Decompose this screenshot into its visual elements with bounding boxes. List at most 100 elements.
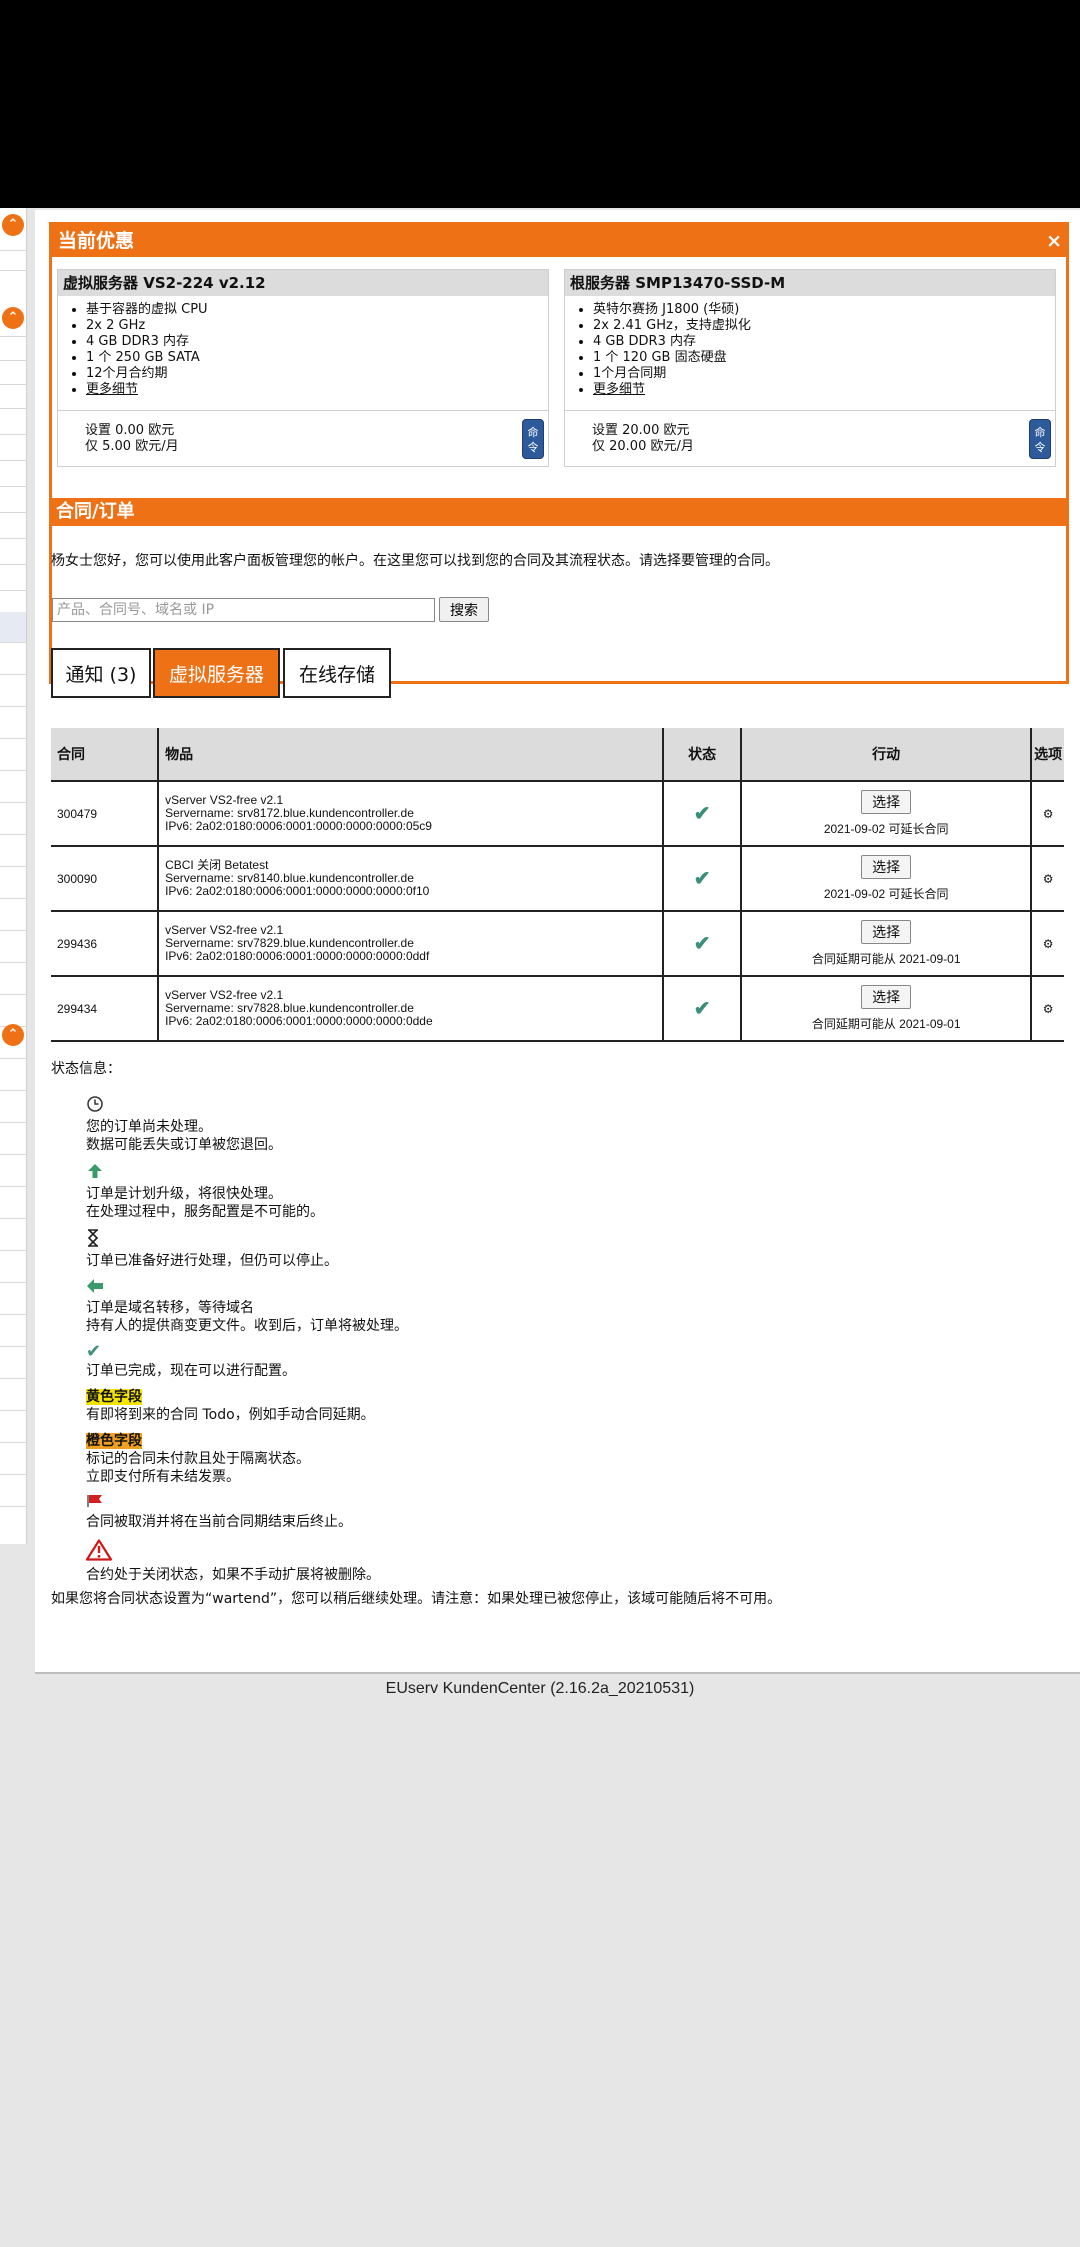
legend-text: 持有人的提供商变更文件。收到后，订单将被处理。 (86, 1318, 408, 1334)
contract-id: 299434 (51, 975, 160, 1042)
legend-text: 在处理过程中，服务配置是不可能的。 (86, 1204, 324, 1220)
tab-notifications[interactable]: 通知 (3) (51, 648, 151, 698)
legend-ready: 订单已准备好进行处理，但仍可以停止。 (86, 1229, 408, 1270)
offer-card-vserver: 虚拟服务器 VS2-224 v2.12 基于容器的虚拟 CPU 2x 2 GHz… (57, 269, 549, 467)
more-details-link[interactable]: 更多细节 (593, 382, 645, 397)
action-note: 2021-09-02 可延长合同 (823, 822, 949, 836)
monthly-price: 仅 20.00 欧元/月 (592, 439, 694, 454)
offer-price: 设置 20.00 欧元 仅 20.00 欧元/月 (592, 423, 694, 455)
collapse-toggle-icon[interactable]: ⌃ (2, 214, 24, 236)
legend-text: 您的订单尚未处理。 (86, 1119, 212, 1135)
setup-price: 设置 0.00 欧元 (85, 423, 175, 438)
legend-text: 订单是计划升级，将很快处理。 (86, 1186, 282, 1202)
more-details-item: 更多细节 (593, 382, 1055, 398)
feature-item: 2x 2 GHz (86, 318, 548, 334)
contract-id: 300090 (51, 845, 160, 911)
column-header: 选项 (1031, 728, 1064, 781)
contract-id: 299436 (51, 910, 160, 976)
contract-item: vServer VS2-free v2.1 Servername: srv817… (158, 780, 665, 846)
final-note: 如果您将合同状态设置为“wartend”，您可以稍后继续处理。请注意：如果处理已… (51, 1591, 782, 1607)
gear-icon[interactable]: ⚙ (1043, 872, 1054, 886)
flag-icon (87, 1495, 102, 1507)
close-icon[interactable]: × (1046, 225, 1062, 257)
legend-text: 数据可能丢失或订单被您退回。 (86, 1137, 282, 1153)
checkmark-icon: ✔ (693, 998, 711, 1020)
table-header-row: 合同 物品 状态 行动 选项 (51, 728, 1064, 781)
search-input[interactable] (52, 598, 435, 622)
offer-features: 英特尔赛扬 J1800 (华硕) 2x 2.41 GHz，支持虚拟化 4 GB … (565, 302, 1055, 398)
status-cell: ✔ (663, 910, 743, 976)
column-header: 行动 (741, 728, 1033, 781)
contract-item: vServer VS2-free v2.1 Servername: srv782… (158, 975, 665, 1042)
left-sidebar-rail: ⌃ ⌃ ⌃ (0, 208, 27, 1544)
checkmark-icon: ✔ (693, 868, 711, 890)
offer-features: 基于容器的虚拟 CPU 2x 2 GHz 4 GB DDR3 内存 1 个 25… (58, 302, 548, 398)
feature-item: 英特尔赛扬 J1800 (华硕) (593, 302, 1055, 318)
feature-item: 1个月合同期 (593, 366, 1055, 382)
search-button[interactable]: 搜索 (439, 597, 489, 622)
feature-item: 4 GB DDR3 内存 (86, 334, 548, 350)
more-details-link[interactable]: 更多细节 (86, 382, 138, 397)
options-cell: ⚙ (1031, 780, 1064, 846)
offer-card-title: 虚拟服务器 VS2-224 v2.12 (58, 270, 548, 296)
offer-card-rootserver: 根服务器 SMP13470-SSD-M 英特尔赛扬 J1800 (华硕) 2x … (564, 269, 1056, 467)
order-button[interactable]: 命令 (1029, 419, 1051, 459)
legend-text: 订单已准备好进行处理，但仍可以停止。 (86, 1253, 338, 1269)
checkmark-icon: ✔ (693, 803, 711, 825)
select-button[interactable]: 选择 (861, 790, 912, 814)
feature-item: 4 GB DDR3 内存 (593, 334, 1055, 350)
offers-title: 当前优惠 (58, 230, 135, 252)
orange-field-label: 橙色字段 (86, 1433, 142, 1449)
feature-item: 2x 2.41 GHz，支持虚拟化 (593, 318, 1055, 334)
legend-pending: 您的订单尚未处理。 数据可能丢失或订单被您退回。 (86, 1095, 408, 1154)
offer-card-title: 根服务器 SMP13470-SSD-M (565, 270, 1055, 296)
setup-price: 设置 20.00 欧元 (592, 423, 690, 438)
item-line: IPv6: 2a02:0180:0006:0001:0000:0000:0000… (165, 1014, 433, 1028)
legend-text: 订单是域名转移，等待域名 (86, 1300, 254, 1316)
legend-text: 立即支付所有未结发票。 (86, 1469, 240, 1485)
offer-price: 设置 0.00 欧元 仅 5.00 欧元/月 (85, 423, 179, 455)
column-header: 状态 (663, 728, 743, 781)
legend-cancelled: 合同被取消并将在当前合同期结束后终止。 (86, 1494, 408, 1531)
hourglass-icon (87, 1229, 99, 1247)
action-cell: 选择 2021-09-02 可延长合同 (741, 780, 1033, 846)
select-button[interactable]: 选择 (861, 855, 912, 879)
feature-item: 1 个 250 GB SATA (86, 350, 548, 366)
feature-item: 12个月合约期 (86, 366, 548, 382)
collapse-toggle-icon[interactable]: ⌃ (2, 1024, 24, 1046)
column-header: 物品 (158, 728, 665, 781)
tab-virtual-servers[interactable]: 虚拟服务器 (153, 648, 280, 698)
legend-yellow: 黄色字段 有即将到来的合同 Todo，例如手动合同延期。 (86, 1388, 408, 1424)
legend-text: 标记的合同未付款且处于隔离状态。 (86, 1451, 310, 1467)
options-cell: ⚙ (1031, 845, 1064, 911)
action-cell: 选择 合同延期可能从 2021-09-01 (741, 975, 1033, 1042)
action-cell: 选择 2021-09-02 可延长合同 (741, 845, 1033, 911)
tab-online-storage[interactable]: 在线存储 (283, 648, 391, 698)
gear-icon[interactable]: ⚙ (1043, 937, 1054, 951)
action-note: 合同延期可能从 2021-09-01 (811, 1017, 961, 1031)
intro-text: 杨女士您好，您可以使用此客户面板管理您的帐户。在这里您可以找到您的合同及其流程状… (51, 553, 779, 569)
arrow-up-icon (88, 1164, 102, 1178)
more-details-item: 更多细节 (86, 382, 548, 398)
offers-header: 当前优惠 × (52, 225, 1066, 257)
table-row: 299434 vServer VS2-free v2.1 Servername:… (51, 975, 1064, 1042)
sidebar-item-active[interactable] (0, 612, 26, 642)
legend-text: 订单已完成，现在可以进行配置。 (86, 1363, 296, 1379)
main-content: 当前优惠 × 虚拟服务器 VS2-224 v2.12 基于容器的虚拟 CPU 2… (35, 210, 1080, 1672)
status-cell: ✔ (663, 780, 743, 846)
table-row: 300479 vServer VS2-free v2.1 Servername:… (51, 780, 1064, 846)
action-note: 2021-09-02 可延长合同 (823, 887, 949, 901)
legend-upgrade: 订单是计划升级，将很快处理。 在处理过程中，服务配置是不可能的。 (86, 1162, 408, 1221)
select-button[interactable]: 选择 (861, 920, 912, 944)
checkmark-icon: ✔ (86, 1341, 102, 1362)
select-button[interactable]: 选择 (861, 985, 912, 1009)
legend-transfer: 订单是域名转移，等待域名 持有人的提供商变更文件。收到后，订单将被处理。 (86, 1278, 408, 1335)
checkmark-icon: ✔ (693, 933, 711, 955)
legend-text: 有即将到来的合同 Todo，例如手动合同延期。 (86, 1407, 375, 1423)
gear-icon[interactable]: ⚙ (1043, 1002, 1054, 1016)
collapse-toggle-icon[interactable]: ⌃ (2, 307, 24, 329)
contract-id: 300479 (51, 780, 160, 846)
legend-text: 合约处于关闭状态，如果不手动扩展将被删除。 (86, 1567, 380, 1583)
gear-icon[interactable]: ⚙ (1043, 807, 1054, 821)
order-button[interactable]: 命令 (522, 419, 544, 459)
